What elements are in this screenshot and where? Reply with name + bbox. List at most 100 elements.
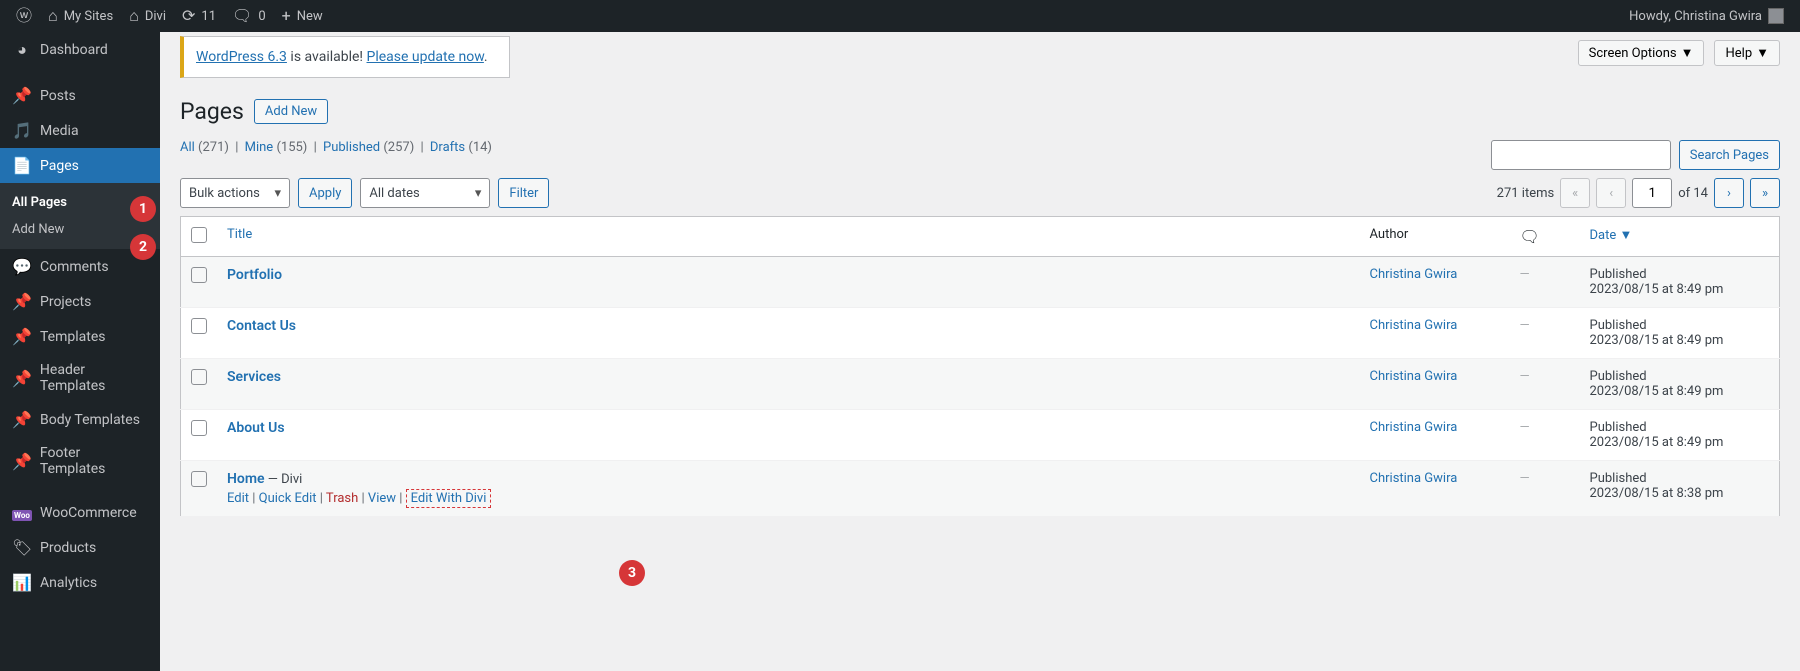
trash-link[interactable]: Trash	[326, 491, 358, 506]
row-checkbox[interactable]	[191, 318, 207, 334]
comment-icon: 💬	[12, 257, 32, 276]
row-checkbox[interactable]	[191, 471, 207, 487]
search-input[interactable]	[1491, 140, 1671, 170]
menu-header-templates[interactable]: 📌Header Templates	[0, 354, 160, 402]
col-author[interactable]: Author	[1370, 227, 1409, 242]
my-sites[interactable]: ⌂ My Sites	[40, 0, 121, 32]
table-row: PortfolioChristina Gwira—Published2023/0…	[181, 257, 1780, 308]
menu-woocommerce[interactable]: WooWooCommerce	[0, 495, 160, 530]
sites-icon: ⌂	[48, 8, 58, 24]
menu-label: Footer Templates	[40, 445, 148, 477]
menu-footer-templates[interactable]: 📌 Footer Templates	[0, 437, 160, 485]
menu-projects[interactable]: 📌Projects	[0, 284, 160, 319]
menu-products[interactable]: 🏷Products	[0, 530, 160, 565]
author-link[interactable]: Christina Gwira	[1370, 318, 1458, 333]
row-date: 2023/08/15 at 8:49 pm	[1590, 333, 1770, 348]
bulk-actions-select[interactable]: Bulk actions	[180, 178, 290, 208]
pin-icon: 📌	[12, 327, 32, 346]
wp-logo[interactable]: ⓦ	[8, 0, 40, 32]
comment-icon: 🗨	[232, 8, 252, 24]
menu-templates[interactable]: 📌 Templates	[0, 319, 160, 354]
edit-with-divi-link[interactable]: Edit With Divi	[406, 489, 492, 508]
wp-version-link[interactable]: WordPress 6.3	[196, 49, 287, 65]
date-filter-select[interactable]: All dates	[360, 178, 490, 208]
table-header-row: Title Author 🗨 Date ▼	[181, 217, 1780, 257]
search-row: Search Pages	[1491, 140, 1780, 170]
author-link[interactable]: Christina Gwira	[1370, 267, 1458, 282]
author-link[interactable]: Christina Gwira	[1370, 420, 1458, 435]
row-title-link[interactable]: Contact Us	[227, 318, 296, 334]
prev-page-button[interactable]: ‹	[1596, 178, 1626, 208]
pin-icon: 📌	[12, 86, 32, 105]
row-status: Published	[1590, 318, 1770, 333]
chevron-down-icon: ▼	[1756, 45, 1769, 61]
filter-button[interactable]: Filter	[498, 178, 549, 208]
row-title-link[interactable]: Portfolio	[227, 267, 282, 283]
search-button[interactable]: Search Pages	[1679, 140, 1780, 170]
site-name-label: Divi	[145, 9, 166, 24]
next-page-button[interactable]: ›	[1714, 178, 1744, 208]
view-link[interactable]: View	[368, 491, 396, 506]
col-title[interactable]: Title	[227, 227, 252, 242]
menu-label: Body Templates	[40, 412, 140, 428]
menu-label: Templates	[40, 329, 106, 345]
annotation-2: 2	[130, 234, 156, 260]
new-content[interactable]: +New	[274, 0, 331, 32]
row-title-link[interactable]: Home	[227, 471, 265, 487]
pin-icon: 📌	[12, 452, 32, 471]
row-status: Published	[1590, 420, 1770, 435]
apply-button[interactable]: Apply	[298, 178, 352, 208]
updates[interactable]: ⟳11	[174, 0, 224, 32]
row-checkbox[interactable]	[191, 420, 207, 436]
page-number-input[interactable]	[1632, 178, 1672, 208]
author-link[interactable]: Christina Gwira	[1370, 369, 1458, 384]
row-date: 2023/08/15 at 8:49 pm	[1590, 435, 1770, 450]
author-link[interactable]: Christina Gwira	[1370, 471, 1458, 486]
menu-media[interactable]: 🎵Media	[0, 113, 160, 148]
update-now-link[interactable]: Please update now	[367, 49, 484, 65]
row-title-suffix: — Divi	[265, 472, 303, 487]
comment-icon[interactable]: 🗨	[1520, 227, 1540, 246]
select-all-checkbox[interactable]	[191, 227, 207, 243]
site-name[interactable]: ⌂Divi	[121, 0, 174, 32]
row-title-link[interactable]: About Us	[227, 420, 285, 436]
comments-bar[interactable]: 🗨0	[224, 0, 274, 32]
chevron-down-icon: ▼	[1681, 45, 1694, 61]
menu-pages[interactable]: 📄Pages	[0, 148, 160, 183]
table-row: Home — DiviEdit | Quick Edit | Trash | V…	[181, 461, 1780, 517]
menu-dashboard[interactable]: ◕Dashboard	[0, 32, 160, 68]
menu-label: Posts	[40, 88, 76, 104]
filter-all[interactable]: All	[180, 140, 195, 155]
row-checkbox[interactable]	[191, 267, 207, 283]
menu-posts[interactable]: 📌 Posts	[0, 78, 160, 113]
filter-mine[interactable]: Mine	[245, 140, 274, 155]
add-new-button[interactable]: Add New	[254, 99, 328, 124]
screen-options-button[interactable]: Screen Options ▼	[1578, 40, 1705, 66]
my-sites-label: My Sites	[64, 9, 113, 24]
annotation-3: 3	[619, 560, 645, 586]
menu-label: Dashboard	[40, 42, 108, 58]
comments-count: 0	[258, 9, 265, 24]
menu-analytics[interactable]: 📊Analytics	[0, 565, 160, 600]
media-icon: 🎵	[12, 121, 32, 140]
menu-body-templates[interactable]: 📌Body Templates	[0, 402, 160, 437]
help-button[interactable]: Help▼	[1714, 40, 1780, 66]
screen-options-label: Screen Options	[1589, 46, 1677, 61]
quick-edit-link[interactable]: Quick Edit	[259, 491, 317, 506]
edit-link[interactable]: Edit	[227, 491, 249, 506]
filter-drafts[interactable]: Drafts	[430, 140, 465, 155]
filter-published[interactable]: Published	[323, 140, 380, 155]
first-page-button[interactable]: «	[1560, 178, 1590, 208]
menu-label: Products	[40, 540, 96, 556]
last-page-button[interactable]: »	[1750, 178, 1780, 208]
row-date: 2023/08/15 at 8:49 pm	[1590, 282, 1770, 297]
comment-count: —	[1520, 420, 1530, 435]
col-date[interactable]: Date	[1590, 228, 1617, 243]
row-title-link[interactable]: Services	[227, 369, 281, 385]
menu-label: Pages	[40, 158, 79, 174]
comment-count: —	[1520, 267, 1530, 282]
row-checkbox[interactable]	[191, 369, 207, 385]
menu-label: Comments	[40, 259, 109, 275]
menu-label: Analytics	[40, 575, 97, 591]
howdy[interactable]: Howdy, Christina Gwira	[1621, 0, 1792, 32]
